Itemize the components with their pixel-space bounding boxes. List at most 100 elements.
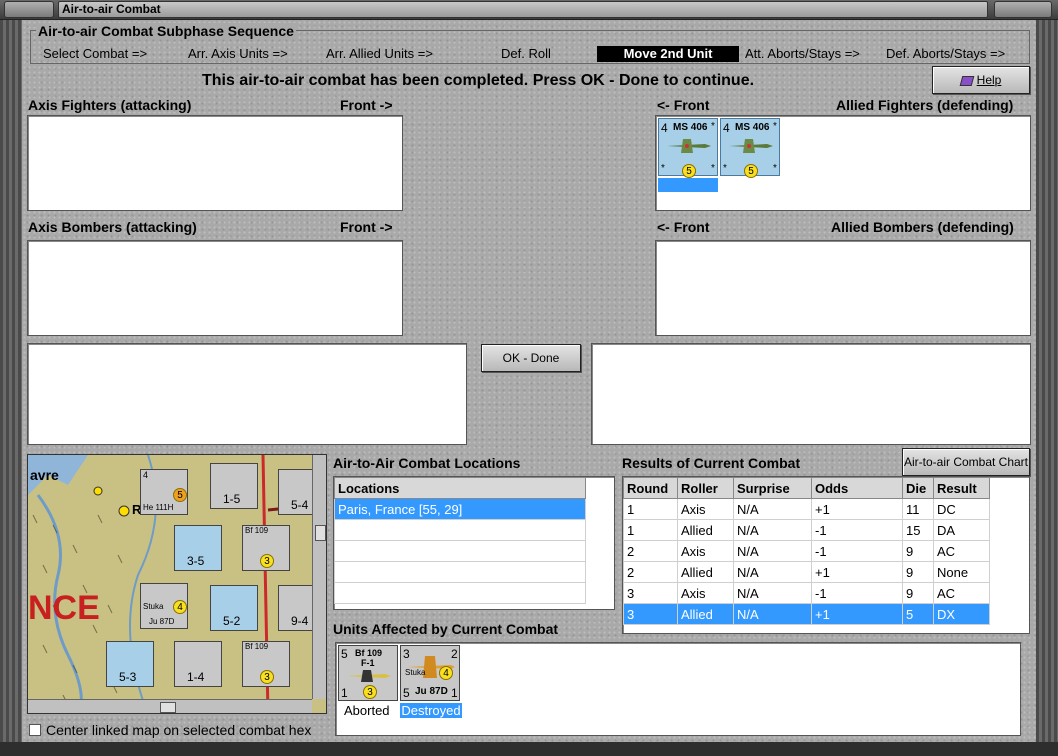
result-row[interactable]: 3 Axis N/A -1 9 AC — [623, 582, 990, 604]
cell-surprise: N/A — [733, 582, 812, 604]
cell-round: 1 — [623, 519, 678, 541]
unit-strength: 4 — [661, 121, 668, 135]
allied-fighter-unit[interactable]: 4 MS 406 * * * 5 — [720, 118, 780, 178]
map-counter-5-2[interactable]: 5-2 — [210, 585, 258, 631]
frame-left — [0, 20, 22, 756]
location-row[interactable] — [334, 519, 586, 541]
cell-odds: +1 — [811, 603, 903, 625]
unit-strength: 4 — [723, 121, 730, 135]
map-counter-1-4[interactable]: 1-4 — [174, 641, 222, 687]
selection-bar — [658, 178, 718, 192]
map-counter-3-5[interactable]: 3-5 — [174, 525, 222, 571]
cell-odds: -1 — [811, 540, 903, 562]
fighter-plane-icon — [729, 139, 773, 153]
status-aborted: Aborted — [344, 703, 390, 718]
counter-value: 9-4 — [291, 614, 309, 628]
counter-value: 5-4 — [291, 498, 309, 512]
seq-step-def-aborts: Def. Aborts/Stays => — [886, 46, 1006, 61]
location-row[interactable] — [334, 540, 586, 562]
help-button[interactable]: Help — [932, 66, 1030, 94]
fighter-plane-icon — [347, 670, 391, 682]
seq-step-att-aborts: Att. Aborts/Stays => — [745, 46, 860, 61]
unit-star: * — [711, 163, 715, 174]
allied-bombers-box[interactable] — [655, 240, 1031, 336]
result-row[interactable]: 2 Allied N/A +1 9 None — [623, 561, 990, 583]
cell-odds: -1 — [811, 582, 903, 604]
allied-fighters-front: <- Front — [657, 97, 710, 113]
status-banner: This air-to-air combat has been complete… — [201, 72, 755, 89]
map-hscrollbar[interactable] — [28, 699, 312, 713]
status-destroyed: Destroyed — [400, 703, 462, 718]
cell-result: None — [933, 561, 990, 583]
seq-step-select-combat: Select Combat => — [43, 46, 148, 61]
axis-bombers-label: Axis Bombers (attacking) — [28, 219, 197, 235]
affected-unit-bf109[interactable]: 5 Bf 109 F-1 1 3 — [338, 645, 398, 701]
locations-table: Locations Paris, France [55, 29] — [334, 477, 586, 604]
col-surprise: Surprise — [733, 477, 812, 499]
map-counter-bf109-emil[interactable]: Bf 109 3 — [242, 525, 290, 571]
location-row[interactable] — [334, 561, 586, 583]
cell-die: 9 — [902, 561, 934, 583]
col-die: Die — [902, 477, 934, 499]
affected-unit-stuka[interactable]: 3 2 Stuka 4 5 Ju 87D 1 — [400, 645, 460, 701]
results-box: Round Roller Surprise Odds Die Result 1A… — [622, 476, 1030, 634]
title-bar: Air-to-air Combat — [0, 0, 1058, 20]
cell-result: DA — [933, 519, 990, 541]
unit-bottom-left: 1 — [341, 686, 348, 700]
counter-factor: 3 — [260, 670, 274, 684]
allied-fighters-label: Allied Fighters (defending) — [836, 97, 1014, 113]
map-hscroll-thumb[interactable] — [160, 702, 176, 713]
result-row-selected[interactable]: 3 Allied N/A +1 5 DX — [623, 603, 990, 625]
unit-star: * — [711, 121, 715, 132]
cell-roller: Allied — [677, 561, 734, 583]
axis-bombers-box[interactable] — [27, 240, 403, 336]
cell-roller: Axis — [677, 498, 734, 520]
axis-fighters-box[interactable] — [27, 115, 403, 211]
affected-title: Units Affected by Current Combat — [333, 621, 559, 637]
counter-name: He 111H — [143, 503, 174, 512]
col-roller: Roller — [677, 477, 734, 499]
center-map-checkbox[interactable] — [29, 724, 41, 736]
combat-chart-button[interactable]: Air-to-air Combat Chart — [902, 448, 1030, 476]
locations-list[interactable]: Locations Paris, France [55, 29] — [333, 476, 615, 610]
map-vscrollbar[interactable] — [312, 455, 326, 699]
unit-bottom-left: 5 — [403, 686, 410, 700]
cell-odds: +1 — [811, 498, 903, 520]
map-label-havre: avre — [30, 467, 59, 483]
counter-factor: 4 — [173, 600, 187, 614]
map-counter-5-3[interactable]: 5-3 — [106, 641, 154, 687]
unit-type: Ju 87D — [415, 686, 448, 697]
seq-step-arr-allied: Arr. Allied Units => — [326, 46, 433, 61]
cell-roller: Allied — [677, 603, 734, 625]
seq-step-move-2nd-unit: Move 2nd Unit — [597, 46, 739, 62]
window-title: Air-to-air Combat — [58, 1, 988, 18]
cell-surprise: N/A — [733, 540, 812, 562]
map-counter-1-5[interactable]: 1-5 — [210, 463, 258, 509]
cell-result: AC — [933, 540, 990, 562]
col-odds: Odds — [811, 477, 903, 499]
map-counter-bf109-f1[interactable]: Bf 109 3 — [242, 641, 290, 687]
cell-round: 1 — [623, 498, 678, 520]
ok-done-button[interactable]: OK - Done — [481, 344, 581, 372]
result-row[interactable]: 1 Axis N/A +1 11 DC — [623, 498, 990, 520]
cell-roller: Axis — [677, 540, 734, 562]
seq-step-def-roll: Def. Roll — [501, 46, 551, 61]
map-counter-stuka[interactable]: Stuka 4 Ju 87D — [140, 583, 188, 629]
unit-type: MS 406 — [673, 122, 708, 133]
unit-star: * — [723, 163, 727, 174]
cell-die: 5 — [902, 603, 934, 625]
col-round: Round — [623, 477, 678, 499]
cell-surprise: N/A — [733, 498, 812, 520]
allied-fighters-box[interactable]: 4 MS 406 * * * 5 4 MS 406 * * * 5 — [655, 115, 1031, 211]
map-vscroll-thumb[interactable] — [315, 525, 326, 541]
result-row[interactable]: 1 Allied N/A -1 15 DA — [623, 519, 990, 541]
allied-fighter-unit[interactable]: 4 MS 406 * * * 5 — [658, 118, 718, 178]
linked-map[interactable]: avre Rou NCE 4 He 111H 5 1-5 5-4 3-5 Bf … — [27, 454, 327, 714]
map-counter-he111[interactable]: 4 He 111H 5 — [140, 469, 188, 515]
result-row[interactable]: 2 Axis N/A -1 9 AC — [623, 540, 990, 562]
sequence-title: Air-to-air Combat Subphase Sequence — [36, 23, 296, 39]
location-row[interactable] — [334, 582, 586, 604]
location-row[interactable]: Paris, France [55, 29] — [334, 498, 586, 520]
allied-detail-box — [591, 343, 1031, 445]
cell-die: 15 — [902, 519, 934, 541]
